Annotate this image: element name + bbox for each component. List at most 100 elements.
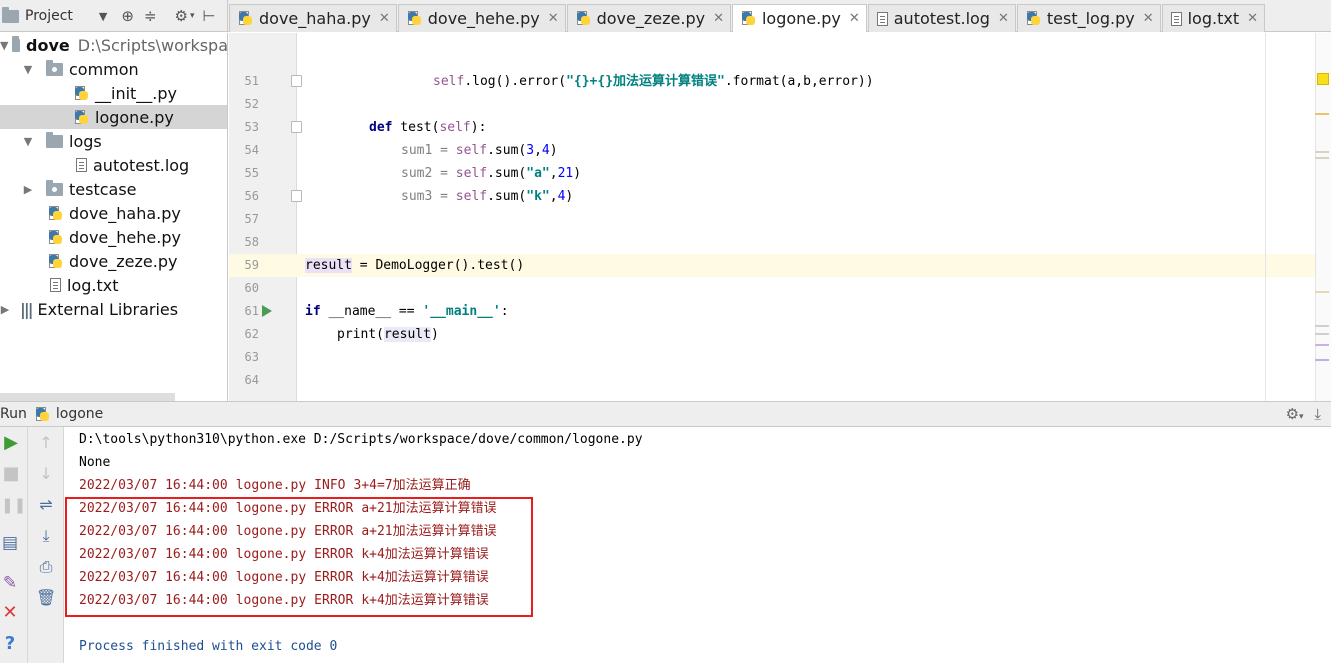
tab-label: dove_hehe.py (427, 9, 540, 28)
triangle-down-icon[interactable]: ▼ (99, 11, 107, 22)
tree-item-dove-haha[interactable]: dove_haha.py (0, 201, 227, 225)
layout-icon[interactable]: ▤ (0, 533, 20, 553)
code-line-52[interactable]: 52 (229, 93, 1331, 116)
python-file-icon (1026, 11, 1041, 26)
tree-item-label: testcase (69, 179, 137, 199)
up-arrow-icon[interactable]: ↑ (36, 433, 56, 453)
close-icon[interactable]: ✕ (998, 11, 1009, 26)
code-line-54[interactable]: 54 sum1 = self.sum(3,4) (229, 139, 1331, 162)
close-icon[interactable]: ✕ (548, 11, 559, 26)
line-number: 64 (244, 373, 259, 387)
code-line-61[interactable]: 61 if __name__ == '__main__': (229, 300, 1331, 323)
code-line-57[interactable]: 57 (229, 208, 1331, 231)
warning-indicator-icon[interactable] (1317, 73, 1329, 85)
error-stripe-mark[interactable] (1315, 325, 1329, 327)
tab-log-txt[interactable]: log.txt ✕ (1161, 4, 1266, 32)
gear-dropdown-icon[interactable]: ▾ (1299, 412, 1304, 422)
code-line-63[interactable]: 63 (229, 346, 1331, 369)
code-line-59[interactable]: 59 result = DemoLogger().test() (229, 254, 1331, 277)
error-stripe-mark[interactable] (1315, 151, 1329, 153)
tab-dove-haha[interactable]: dove_haha.py ✕ (229, 4, 397, 32)
run-gutter-icon[interactable] (262, 305, 272, 317)
help-icon[interactable]: ? (0, 634, 20, 654)
editor-scrollbar[interactable] (1265, 33, 1331, 401)
tree-item-init[interactable]: __init__.py (0, 81, 227, 105)
down-arrow-icon[interactable]: ↓ (36, 464, 56, 484)
code-line-62[interactable]: 62 print(result) (229, 323, 1331, 346)
tree-item-external-libraries[interactable]: ▶ ||| External Libraries (0, 297, 227, 321)
code-text: sum3 = self.sum("k",4) (401, 185, 573, 208)
code-line-53[interactable]: 53 def test(self): (229, 116, 1331, 139)
error-stripe-mark[interactable] (1315, 157, 1329, 159)
expanded-arrow-icon[interactable]: ▼ (20, 63, 36, 76)
collapsed-arrow-icon[interactable]: ▶ (0, 303, 10, 316)
project-view-selector[interactable]: Project (2, 6, 73, 24)
tree-item-dove[interactable]: ▼ dove D:\Scripts\workspa (0, 33, 227, 57)
close-icon[interactable]: ✕ (379, 11, 390, 26)
tree-item-dove-zeze[interactable]: dove_zeze.py (0, 249, 227, 273)
code-token: __name__ == (320, 304, 423, 319)
target-icon[interactable]: ⊕ (121, 8, 134, 24)
pause-icon[interactable]: ❚❚ (1, 495, 26, 515)
error-stripe-mark[interactable] (1315, 344, 1329, 346)
hide-tool-window-icon[interactable]: ⤓ (1314, 405, 1321, 423)
error-stripe-mark[interactable] (1315, 113, 1329, 115)
pin-icon[interactable]: ✎ (0, 573, 20, 593)
error-stripe-mark[interactable] (1315, 291, 1329, 293)
tree-item-logone[interactable]: logone.py (0, 105, 227, 129)
tree-item-autotest-log[interactable]: autotest.log (0, 153, 227, 177)
code-line-58[interactable]: 58 (229, 231, 1331, 254)
tree-item-log-txt[interactable]: log.txt (0, 273, 227, 297)
collapsed-arrow-icon[interactable]: ▶ (20, 183, 36, 196)
tab-label: test_log.py (1046, 9, 1135, 28)
close-icon[interactable]: ✕ (849, 11, 860, 26)
tab-dove-hehe[interactable]: dove_hehe.py ✕ (397, 4, 566, 32)
code-line-51[interactable]: 51 self.log().error("{}+{}加法运算计算错误".form… (229, 70, 1331, 93)
scroll-to-end-icon[interactable]: ⤓ (36, 526, 56, 546)
tree-item-testcase[interactable]: ▶ testcase (0, 177, 227, 201)
code-line-56[interactable]: 56 sum3 = self.sum("k",4) (229, 185, 1331, 208)
run-config-tab[interactable]: logone (56, 406, 103, 422)
expanded-arrow-icon[interactable]: ▼ (0, 39, 8, 52)
code-line-64[interactable]: 64 (229, 369, 1331, 392)
run-toolbar: ▶ ■ ❚❚ ▤ ✎ ✕ ? ↑ ↓ ⇌ ⤓ ⎙ 🗑 (0, 427, 64, 663)
soft-wrap-icon[interactable]: ⇌ (36, 495, 56, 515)
collapse-icon[interactable]: ≑ (144, 8, 157, 24)
stop-icon[interactable]: ■ (1, 464, 21, 484)
code-token: : (500, 304, 509, 319)
gear-dropdown-icon[interactable]: ▾ (190, 11, 195, 21)
tree-item-dove-hehe[interactable]: dove_hehe.py (0, 225, 227, 249)
error-stripe-mark[interactable] (1315, 333, 1329, 335)
tree-item-common[interactable]: ▼ common (0, 57, 227, 81)
code-token: ): (470, 120, 487, 135)
code-text: print(result) (337, 323, 439, 346)
tree-item-logs[interactable]: ▼ logs (0, 129, 227, 153)
close-icon[interactable]: ✕ (1247, 11, 1258, 26)
error-stripe-mark[interactable] (1315, 359, 1329, 361)
expanded-arrow-icon[interactable]: ▼ (20, 135, 36, 148)
run-console[interactable]: D:\tools\python310\python.exe D:/Scripts… (65, 427, 1331, 663)
close-icon[interactable]: ✕ (1143, 11, 1154, 26)
horizontal-scrollbar[interactable] (0, 393, 175, 401)
fold-marker-icon[interactable] (291, 121, 302, 133)
fold-marker-icon[interactable] (291, 75, 302, 87)
tab-dove-zeze[interactable]: dove_zeze.py ✕ (566, 4, 731, 32)
close-icon[interactable]: ✕ (713, 11, 724, 26)
code-editor[interactable]: 51 self.log().error("{}+{}加法运算计算错误".form… (229, 33, 1331, 401)
tab-logone[interactable]: logone.py ✕ (731, 4, 867, 32)
gear-icon[interactable]: ⚙ (1286, 405, 1299, 423)
tab-autotest-log[interactable]: autotest.log ✕ (867, 4, 1016, 32)
print-icon[interactable]: ⎙ (36, 557, 56, 577)
code-line-55[interactable]: 55 sum2 = self.sum("a",21) (229, 162, 1331, 185)
rerun-icon[interactable]: ▶ (1, 433, 21, 453)
gear-icon[interactable]: ⚙ (175, 8, 188, 24)
code-token: sum3 = (401, 189, 456, 204)
tab-test-log[interactable]: test_log.py ✕ (1016, 4, 1161, 32)
fold-marker-icon[interactable] (291, 190, 302, 202)
hide-panel-icon[interactable]: ⊢ (203, 8, 216, 24)
python-file-icon (74, 85, 89, 101)
code-line-60[interactable]: 60 (229, 277, 1331, 300)
trash-icon[interactable]: 🗑 (36, 588, 56, 608)
close-icon[interactable]: ✕ (0, 603, 20, 623)
package-folder-icon (46, 179, 63, 196)
